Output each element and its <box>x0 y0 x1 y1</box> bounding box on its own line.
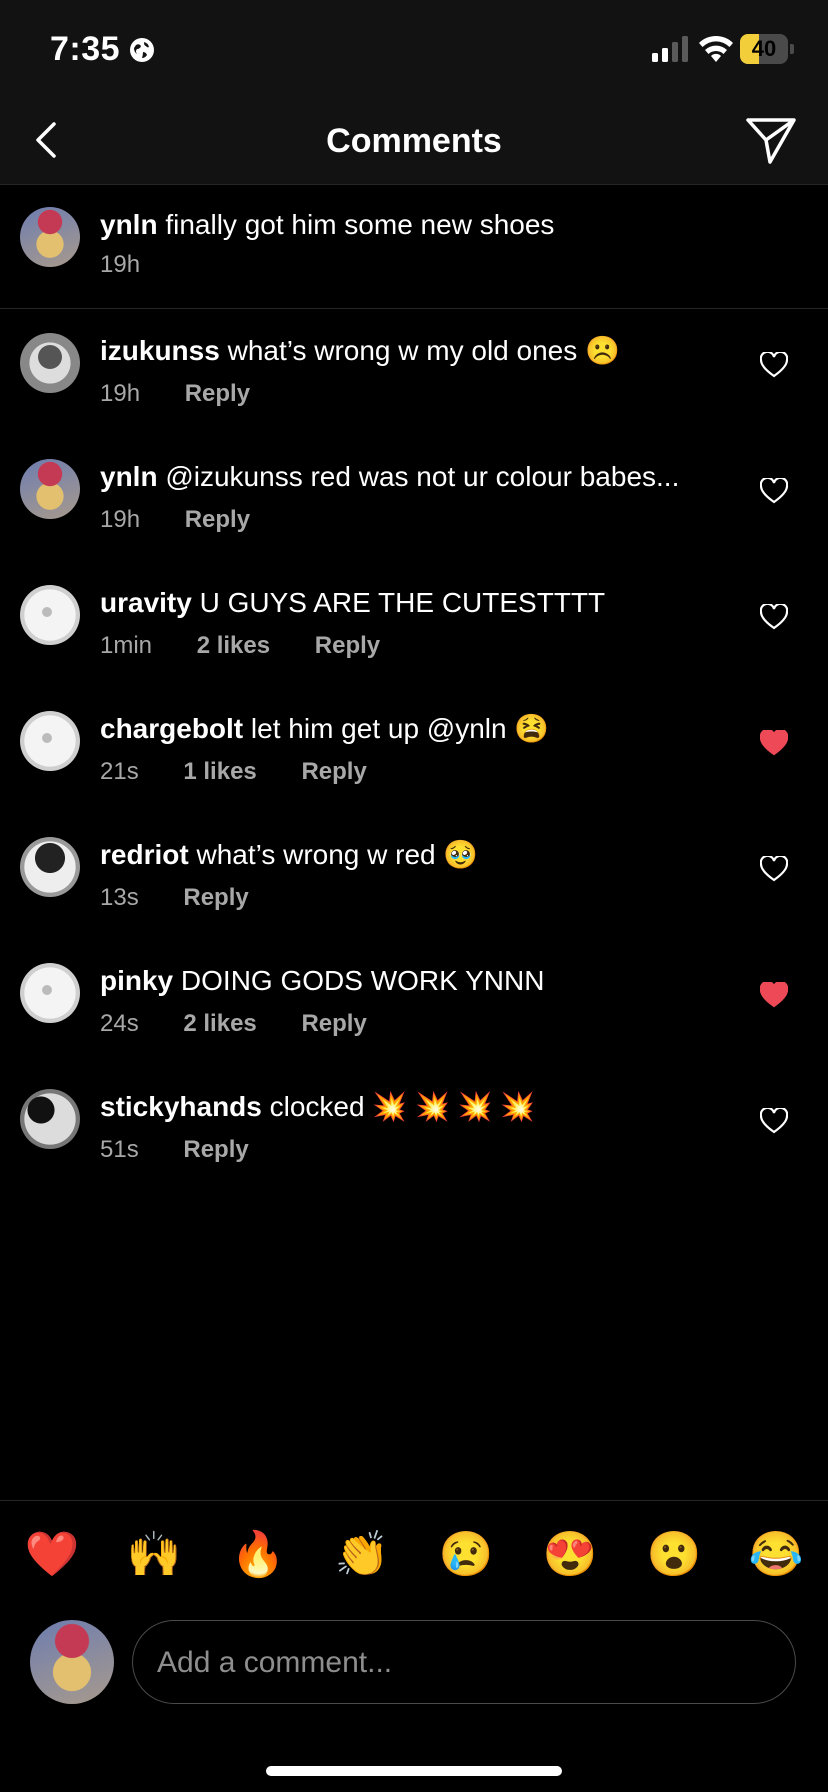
signal-icon <box>652 36 688 62</box>
comment-body: clocked 💥 💥 💥 💥 <box>269 1091 536 1122</box>
comment-time: 21s <box>100 758 139 785</box>
comment-item: redriot what’s wrong w red 🥹 13s Reply <box>0 814 828 940</box>
comment-item: uravity U GUYS ARE THE CUTESTTTT 1min 2 … <box>0 562 828 688</box>
comment-text: chargebolt let him get up @ynln 😫 <box>100 712 549 746</box>
avatar[interactable] <box>20 207 80 267</box>
reaction-emoji[interactable]: 😍 <box>540 1528 600 1580</box>
heart-icon[interactable] <box>760 730 788 756</box>
comment-time: 19h <box>100 506 141 533</box>
comment-meta: 24s 2 likes Reply <box>100 1010 405 1038</box>
avatar[interactable] <box>20 963 80 1023</box>
status-bar: 7:35 40 <box>0 0 828 100</box>
comment-composer[interactable] <box>132 1620 796 1705</box>
reply-button[interactable]: Reply <box>301 758 366 785</box>
avatar[interactable] <box>20 585 80 645</box>
reaction-emoji[interactable]: 😂 <box>746 1528 806 1580</box>
caption-username[interactable]: ynln <box>100 209 158 240</box>
reaction-emoji[interactable]: ❤️ <box>22 1528 82 1580</box>
reply-button[interactable]: Reply <box>183 884 248 911</box>
battery-tip <box>790 44 794 54</box>
comment-text: redriot what’s wrong w red 🥹 <box>100 838 478 872</box>
comment-time: 13s <box>100 884 139 911</box>
reply-button[interactable]: Reply <box>301 1010 366 1037</box>
reaction-emoji[interactable]: 🔥 <box>228 1528 288 1580</box>
globe-icon <box>130 38 154 62</box>
home-indicator[interactable] <box>266 1766 562 1776</box>
heart-icon[interactable] <box>760 1108 788 1134</box>
comment-username[interactable]: izukunss <box>100 335 220 366</box>
comment-item: stickyhands clocked 💥 💥 💥 💥 51s Reply <box>0 1066 828 1192</box>
reply-button[interactable]: Reply <box>183 1136 248 1163</box>
battery-percent: 40 <box>751 36 777 61</box>
comment-input[interactable] <box>155 1621 759 1705</box>
heart-icon[interactable] <box>760 352 788 378</box>
comment-username[interactable]: ynln <box>100 461 158 492</box>
caption-time: 19h <box>100 251 141 278</box>
comment-time: 19h <box>100 380 141 407</box>
comment-username[interactable]: chargebolt <box>100 713 243 744</box>
status-time: 7:35 <box>50 30 121 68</box>
comment-text: izukunss what’s wrong w my old ones ☹️ <box>100 334 620 368</box>
comment-meta: 19h Reply <box>100 380 288 408</box>
caption-meta: 19h <box>100 251 178 279</box>
comment-body: U GUYS ARE THE CUTESTTTT <box>199 587 606 618</box>
comment-body: what’s wrong w red 🥹 <box>196 839 479 870</box>
reaction-emoji[interactable]: 😮 <box>644 1528 704 1580</box>
comment-item: ynln @izukunss red was not ur colour bab… <box>0 436 828 562</box>
comment-time: 24s <box>100 1010 139 1037</box>
comment-meta: 21s 1 likes Reply <box>100 758 405 786</box>
comment-body: what’s wrong w my old ones ☹️ <box>227 335 620 366</box>
comment-text: pinky DOING GODS WORK YNNN <box>100 964 544 998</box>
comment-text: uravity U GUYS ARE THE CUTESTTTT <box>100 586 605 620</box>
battery-body: 40 <box>740 34 788 64</box>
comment-time: 51s <box>100 1136 139 1163</box>
avatar[interactable] <box>20 711 80 771</box>
comment-username[interactable]: pinky <box>100 965 173 996</box>
own-avatar <box>30 1620 114 1704</box>
comment-item: chargebolt let him get up @ynln 😫 21s 1 … <box>0 688 828 814</box>
caption-body: finally got him some new shoes <box>165 209 555 240</box>
reply-button[interactable]: Reply <box>315 632 380 659</box>
likes-count[interactable]: 2 likes <box>183 1010 256 1037</box>
page-title: Comments <box>326 122 502 160</box>
comment-meta: 19h Reply <box>100 506 288 534</box>
comment-meta: 1min 2 likes Reply <box>100 632 418 660</box>
comment-text: stickyhands clocked 💥 💥 💥 💥 <box>100 1090 535 1124</box>
caption-text: ynln finally got him some new shoes <box>100 208 554 242</box>
reactions-divider <box>0 1500 828 1501</box>
comment-meta: 13s Reply <box>100 884 287 912</box>
reply-button[interactable]: Reply <box>185 380 250 407</box>
likes-count[interactable]: 1 likes <box>183 758 256 785</box>
avatar[interactable] <box>20 837 80 897</box>
reaction-emoji[interactable]: 🙌 <box>124 1528 184 1580</box>
comment-item: pinky DOING GODS WORK YNNN 24s 2 likes R… <box>0 940 828 1066</box>
avatar[interactable] <box>20 1089 80 1149</box>
avatar[interactable] <box>20 333 80 393</box>
post-caption: ynln finally got him some new shoes 19h <box>0 185 828 309</box>
likes-count[interactable]: 2 likes <box>197 632 270 659</box>
heart-icon[interactable] <box>760 604 788 630</box>
reaction-emoji[interactable]: 😢 <box>436 1528 496 1580</box>
comment-meta: 51s Reply <box>100 1136 287 1164</box>
comment-body: let him get up @ynln 😫 <box>250 713 550 744</box>
comment-time: 1min <box>100 632 153 659</box>
avatar[interactable] <box>20 459 80 519</box>
comment-item: izukunss what’s wrong w my old ones ☹️ 1… <box>0 310 828 436</box>
wifi-icon <box>699 35 733 62</box>
comment-username[interactable]: stickyhands <box>100 1091 262 1122</box>
comment-text: ynln @izukunss red was not ur colour bab… <box>100 460 679 494</box>
comment-username[interactable]: uravity <box>100 587 192 618</box>
heart-icon[interactable] <box>760 982 788 1008</box>
comment-username[interactable]: redriot <box>100 839 189 870</box>
battery-icon: 40 <box>740 34 794 64</box>
heart-icon[interactable] <box>760 856 788 882</box>
comment-body: DOING GODS WORK YNNN <box>180 965 545 996</box>
send-icon[interactable] <box>744 114 798 166</box>
heart-icon[interactable] <box>760 478 788 504</box>
reply-button[interactable]: Reply <box>185 506 250 533</box>
nav-bar: Comments <box>0 100 828 185</box>
reaction-emoji[interactable]: 👏 <box>332 1528 392 1580</box>
comment-body: @izukunss red was not ur colour babes... <box>165 461 680 492</box>
